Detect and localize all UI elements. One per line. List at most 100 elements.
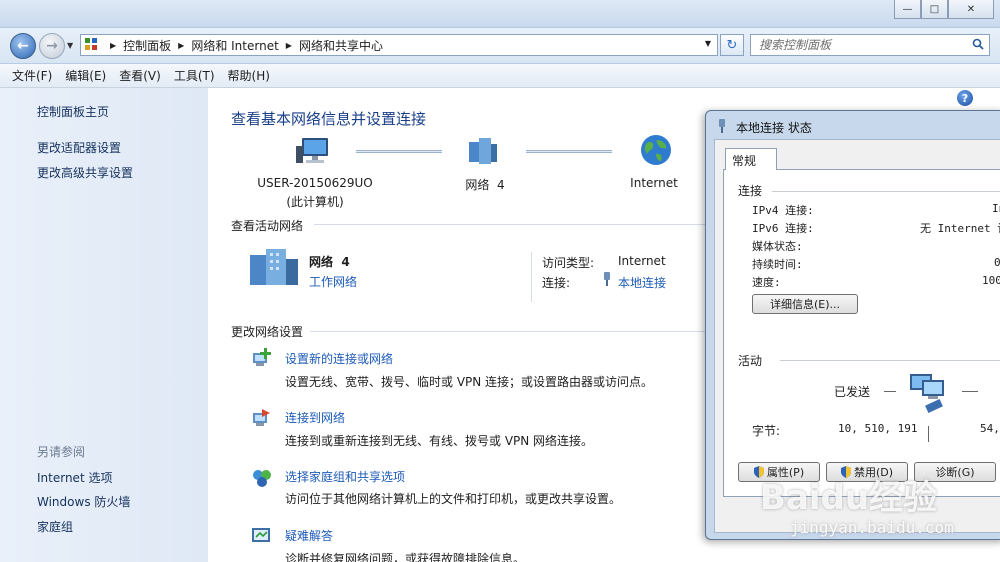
address-box[interactable]: ▶ 控制面板 ▶ 网络和 Internet ▶ 网络和共享中心 ▼ [80,34,718,56]
task-homegroup-desc: 访问位于其他网络计算机上的文件和打印机，或更改共享设置。 [285,492,622,506]
task-homegroup-link[interactable]: 选择家庭组和共享选项 [285,468,405,485]
refresh-button[interactable]: ↻ [720,34,744,56]
network-building-icon [250,249,298,285]
menu-file[interactable]: 文件(F) [12,67,52,84]
internet-globe-icon[interactable] [640,134,672,166]
ipv6-label: IPv6 连接: [752,222,814,235]
details-button[interactable]: 详细信息(E)... [752,294,858,314]
local-connection-link[interactable]: 本地连接 [618,274,666,291]
see-also-homegroup[interactable]: 家庭组 [37,518,73,535]
change-settings-heading: 更改网络设置 [231,325,304,339]
window-controls: — □ ✕ [894,0,994,19]
history-dropdown-icon[interactable]: ▼ [67,41,73,50]
maximize-icon[interactable]: □ [921,0,948,19]
connections-label: 连接: [542,276,571,290]
see-also-windows-firewall[interactable]: Windows 防火墙 [37,493,130,510]
tab-general[interactable]: 常规 [725,148,777,170]
refresh-icon: ↻ [726,37,738,53]
control-panel-icon [85,38,99,52]
map-computer-name: USER-20150629UO [257,176,373,190]
menu-view[interactable]: 查看(V) [119,67,161,84]
dialog-title: 本地连接 状态 [736,121,812,135]
speed-label: 速度: [752,276,781,289]
menu-bar: 文件(F) 编辑(E) 查看(V) 工具(T) 帮助(H) [0,64,1000,88]
network-icon[interactable] [467,136,499,166]
task-troubleshoot-link[interactable]: 疑难解答 [285,527,333,544]
access-type-label: 访问类型: [542,256,595,270]
duration-label: 持续时间: [752,258,803,271]
map-link-line [356,150,442,153]
search-input[interactable]: 搜索控制面板 [750,34,990,56]
sidebar-link-control-panel-home[interactable]: 控制面板主页 [37,103,109,120]
breadcrumb-arrow-icon[interactable]: ▶ [286,41,292,50]
window-titlebar: — □ ✕ [0,0,1000,28]
menu-help[interactable]: 帮助(H) [228,67,270,84]
back-button[interactable]: ← [10,33,36,59]
map-internet-label: Internet [630,176,678,190]
ipv4-value: In [992,202,1000,215]
activity-group-heading: 活动 [738,354,763,368]
address-dropdown-icon[interactable]: ▼ [705,39,711,48]
address-toolbar: ← → ▼ ▶ 控制面板 ▶ 网络和 Internet ▶ 网络和共享中心 ▼ … [0,28,1000,64]
breadcrumb-network-internet[interactable]: 网络和 Internet [191,37,278,54]
task-setup-connection-desc: 设置无线、宽带、拨号、临时或 VPN 连接；或设置路由器或访问点。 [285,375,654,389]
media-state-label: 媒体状态: [752,240,803,253]
baidu-watermark-logo: Baidu经验 [760,478,938,518]
forward-button[interactable]: → [39,33,65,59]
map-computer-sub: (此计算机) [286,195,344,209]
see-also-heading: 另请参阅 [37,445,86,459]
activity-line [928,426,929,442]
bytes-label: 字节: [752,424,781,438]
menu-edit[interactable]: 编辑(E) [65,67,106,84]
bytes-sent-value: 10, 510, 191 [838,422,918,435]
page-title: 查看基本网络信息并设置连接 [231,110,427,128]
minimize-icon[interactable]: — [894,0,921,19]
general-tab-panel: 连接 IPv4 连接: In IPv6 连接: 无 Internet 访 媒体状… [723,169,1000,497]
troubleshoot-icon [252,528,270,542]
search-icon[interactable] [972,38,984,50]
breadcrumb-arrow-icon[interactable]: ▶ [110,41,116,50]
task-connect-network-link[interactable]: 连接到网络 [285,409,345,426]
section-divider [314,224,705,225]
activity-line [884,391,896,392]
ipv4-label: IPv4 连接: [752,204,814,217]
sent-label: 已发送 [834,385,871,399]
sidebar [0,88,208,562]
help-icon[interactable]: ? [957,90,973,106]
connect-network-icon [253,409,270,426]
breadcrumb-arrow-icon[interactable]: ▶ [178,41,184,50]
task-setup-connection-link[interactable]: 设置新的连接或网络 [285,350,393,367]
connection-group-heading: 连接 [738,184,763,198]
breadcrumb-control-panel[interactable]: 控制面板 [123,37,171,54]
sidebar-link-adapter-settings[interactable]: 更改适配器设置 [37,139,121,156]
group-divider [772,191,1000,192]
bytes-received-value: 54, 3 [980,422,1000,435]
search-placeholder: 搜索控制面板 [759,38,832,52]
network-type-link[interactable]: 工作网络 [309,273,357,290]
active-network-name: 网络 4 [309,255,350,269]
sidebar-link-advanced-sharing[interactable]: 更改高级共享设置 [37,164,133,181]
close-icon[interactable]: ✕ [948,0,994,19]
breadcrumb-network-sharing-center[interactable]: 网络和共享中心 [299,37,383,54]
new-connection-icon [253,348,271,366]
ethernet-plug-icon [604,272,610,286]
section-divider [310,331,705,332]
vertical-divider [531,252,532,302]
activity-computers-icon [910,374,944,414]
ethernet-plug-icon [719,119,725,133]
duration-value: 02 [994,256,1000,269]
baidu-watermark-url: jingyan.baidu.com [790,518,954,537]
group-divider [780,360,1000,361]
speed-value: 100. [982,274,1000,287]
access-type-value: Internet [618,254,666,268]
active-networks-heading: 查看活动网络 [231,219,304,233]
map-link-line [526,150,612,153]
see-also-internet-options[interactable]: Internet 选项 [37,469,112,486]
ipv6-value: 无 Internet 访 [920,222,1000,235]
task-connect-network-desc: 连接到或重新连接到无线、有线、拨号或 VPN 网络连接。 [285,434,594,448]
menu-tools[interactable]: 工具(T) [174,67,215,84]
map-network-label: 网络 4 [465,178,505,192]
homegroup-icon [253,470,271,487]
computer-icon [296,138,328,163]
activity-line [962,391,978,392]
